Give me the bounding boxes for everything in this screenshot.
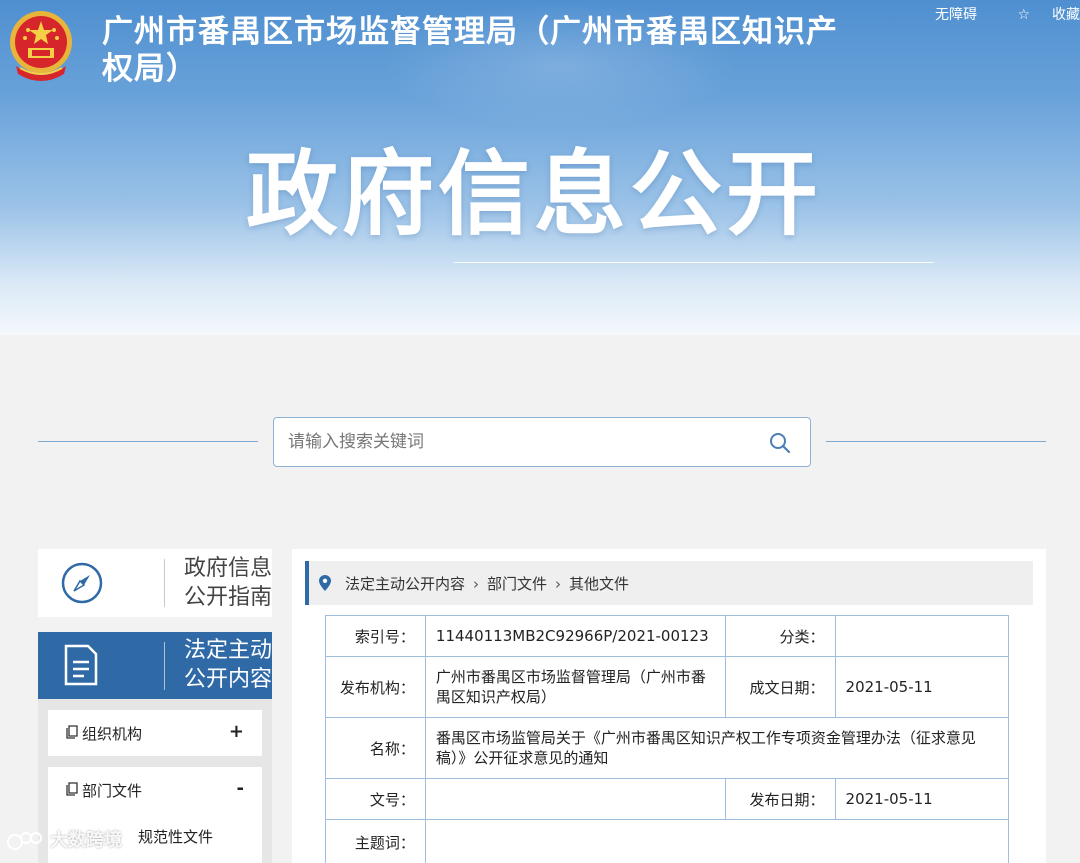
watermark-text: 大数跨境 (50, 830, 122, 851)
search-icon[interactable] (768, 431, 792, 455)
subject-label: 主题词： (325, 819, 426, 863)
breadcrumb-item[interactable]: 其他文件 (569, 575, 629, 593)
active-section-label: 法定主动公开内容 (184, 638, 273, 692)
favorite-label: 收藏 (1052, 7, 1080, 23)
sidebar-item-label: 组织机构 (82, 725, 143, 743)
index-value: 11440113MB2C92966P/2021-00123 (424, 615, 726, 657)
table-row: 文号： 发布日期： 2021-05-11 (325, 778, 1010, 820)
breadcrumb: 法定主动公开内容 › 部门文件 › 其他文件 (305, 561, 1033, 605)
sidebar-guide-card[interactable]: 政府信息公开指南 (38, 549, 272, 617)
breadcrumb-separator: › (473, 575, 480, 593)
sidebar-item-org[interactable]: 组织机构 + (48, 710, 262, 756)
search-input[interactable] (288, 418, 758, 466)
table-row: 名称： 番禺区市场监管局关于《广州市番禺区知识产权工作专项资金管理办法（征求意见… (325, 717, 1010, 779)
star-icon: ☆ (1017, 7, 1030, 23)
subject-value (424, 819, 1010, 863)
document-icon (64, 644, 98, 686)
header-banner: 广州市番禺区市场监督管理局（广州市番禺区知识产权局） 无障碍 ☆ 收藏 政府信息公… (0, 0, 1080, 335)
breadcrumb-separator: › (555, 575, 562, 593)
name-label: 名称： (325, 717, 426, 779)
banner-title: 政府信息公开 (246, 141, 823, 248)
collapse-icon[interactable]: - (237, 778, 244, 799)
table-row: 发布机构： 广州市番禺区市场监督管理局（广州市番禺区知识产权局） 成文日期： 2… (325, 656, 1010, 718)
location-pin-icon (319, 575, 331, 591)
main-content: 法定主动公开内容 › 部门文件 › 其他文件 索引号： 11440113MB2C9296… (292, 549, 1046, 863)
watermark-logo-icon (7, 832, 42, 850)
guide-separator (164, 559, 165, 607)
sidebar-subitem-label: 规范性文件 (138, 828, 214, 846)
top-links: 无障碍 ☆ 收藏 (917, 4, 1080, 24)
active-separator (164, 642, 165, 690)
document-small-icon (66, 725, 78, 739)
doc-number-value (424, 778, 726, 820)
sidebar-item-label: 部门文件 (82, 782, 143, 800)
doc-number-label: 文号： (325, 778, 426, 820)
sidebar-active-section[interactable]: 法定主动公开内容 (38, 632, 272, 699)
site-title: 广州市番禺区市场监督管理局（广州市番禺区知识产权局） (102, 14, 838, 87)
document-info-table: 索引号： 11440113MB2C92966P/2021-00123 分类： 发… (325, 615, 1010, 863)
table-row: 主题词： (325, 819, 1010, 863)
breadcrumb-item[interactable]: 法定主动公开内容 (345, 575, 465, 593)
search-decor-line-right (826, 441, 1046, 442)
compass-icon (61, 562, 103, 604)
favorite-link[interactable]: ☆ 收藏 (999, 7, 1080, 23)
created-date-value: 2021-05-11 (834, 656, 1010, 718)
name-value: 番禺区市场监管局关于《广州市番禺区知识产权工作专项资金管理办法（征求意见稿）》公… (424, 717, 1010, 779)
watermark: 大数跨境 (6, 826, 122, 852)
guide-label: 政府信息公开指南 (184, 556, 273, 610)
publish-date-label: 发布日期： (724, 778, 836, 820)
created-date-label: 成文日期： (724, 656, 836, 718)
breadcrumb-item[interactable]: 部门文件 (487, 575, 547, 593)
sidebar-item-dept-files[interactable]: 部门文件 - (48, 767, 262, 813)
accessibility-link[interactable]: 无障碍 (935, 7, 977, 23)
expand-icon[interactable]: + (229, 721, 244, 742)
publish-date-value: 2021-05-11 (834, 778, 1010, 820)
document-small-icon (66, 782, 78, 796)
search-decor-line-left (38, 441, 258, 442)
category-value (834, 615, 1010, 657)
banner-divider (454, 262, 934, 263)
table-row: 索引号： 11440113MB2C92966P/2021-00123 分类： (325, 615, 1010, 657)
publisher-value: 广州市番禺区市场监督管理局（广州市番禺区知识产权局） (424, 656, 726, 718)
index-label: 索引号： (325, 615, 426, 657)
publisher-label: 发布机构： (325, 656, 426, 718)
national-emblem-icon (10, 11, 72, 81)
category-label: 分类： (724, 615, 836, 657)
search-box (273, 417, 811, 467)
